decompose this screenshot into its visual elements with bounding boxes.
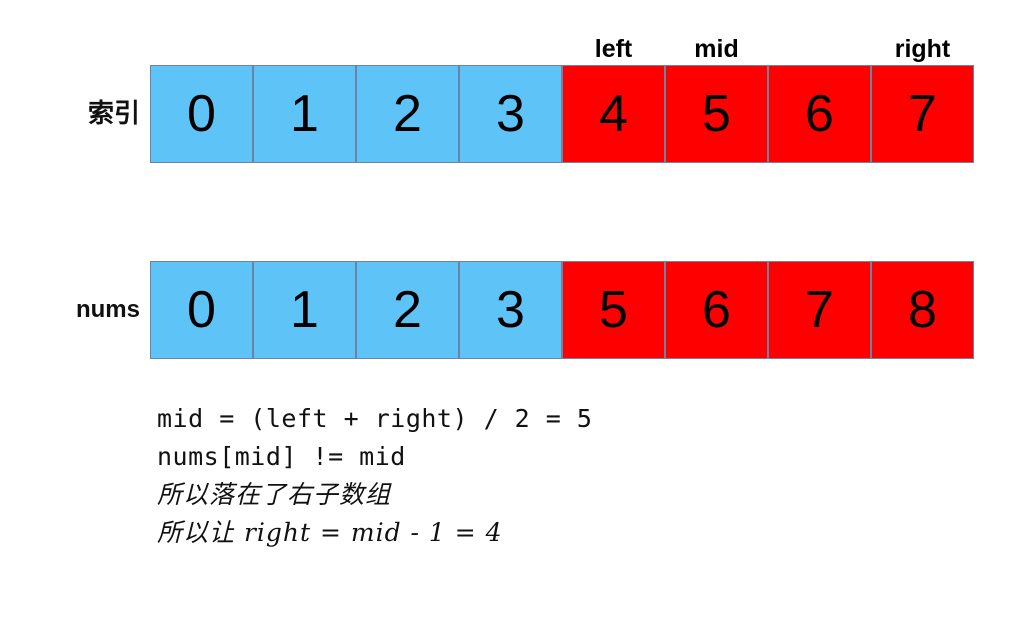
pointer-label-0 [150, 24, 253, 64]
nums-cell-3: 3 [459, 261, 562, 359]
pointer-label-2 [356, 24, 459, 64]
explanation-line-mid-formula: mid = (left + right) / 2 = 5 [157, 404, 593, 433]
explanation-line-conclusion: 所以落在了右子数组 [157, 480, 392, 509]
index-cell-4: 4 [562, 65, 665, 163]
index-row-cells: 0 1 2 3 4 5 6 7 [150, 65, 974, 163]
pointer-label-row: left mid right [150, 24, 974, 64]
nums-cell-2: 2 [356, 261, 459, 359]
index-cell-7: 7 [871, 65, 974, 163]
explanation-line-comparison: nums[mid] != mid [157, 442, 406, 471]
nums-cell-7: 8 [871, 261, 974, 359]
explanation-block: mid = (left + right) / 2 = 5 nums[mid] !… [157, 400, 857, 552]
nums-row-cells: 0 1 2 3 5 6 7 8 [150, 261, 974, 359]
index-cell-3: 3 [459, 65, 562, 163]
nums-cell-1: 1 [253, 261, 356, 359]
pointer-label-left: left [594, 35, 633, 63]
index-row-label: 索引 [87, 99, 140, 129]
pointer-label-1 [253, 24, 356, 64]
index-cell-0: 0 [150, 65, 253, 163]
index-cell-2: 2 [356, 65, 459, 163]
explanation-line-update-right: 所以让 right = mid - 1 = 4 [157, 518, 503, 547]
nums-row-label: nums [75, 296, 140, 323]
pointer-label-mid: mid [694, 35, 739, 63]
nums-cell-0: 0 [150, 261, 253, 359]
nums-cell-6: 7 [768, 261, 871, 359]
diagram-canvas: left mid right 索引 0 1 2 3 4 5 6 7 nums 0… [0, 0, 1036, 624]
pointer-label-right: right [894, 35, 951, 63]
index-cell-5: 5 [665, 65, 768, 163]
pointer-label-6 [768, 24, 871, 64]
index-cell-6: 6 [768, 65, 871, 163]
pointer-label-3 [459, 24, 562, 64]
nums-cell-4: 5 [562, 261, 665, 359]
nums-cell-5: 6 [665, 261, 768, 359]
index-cell-1: 1 [253, 65, 356, 163]
